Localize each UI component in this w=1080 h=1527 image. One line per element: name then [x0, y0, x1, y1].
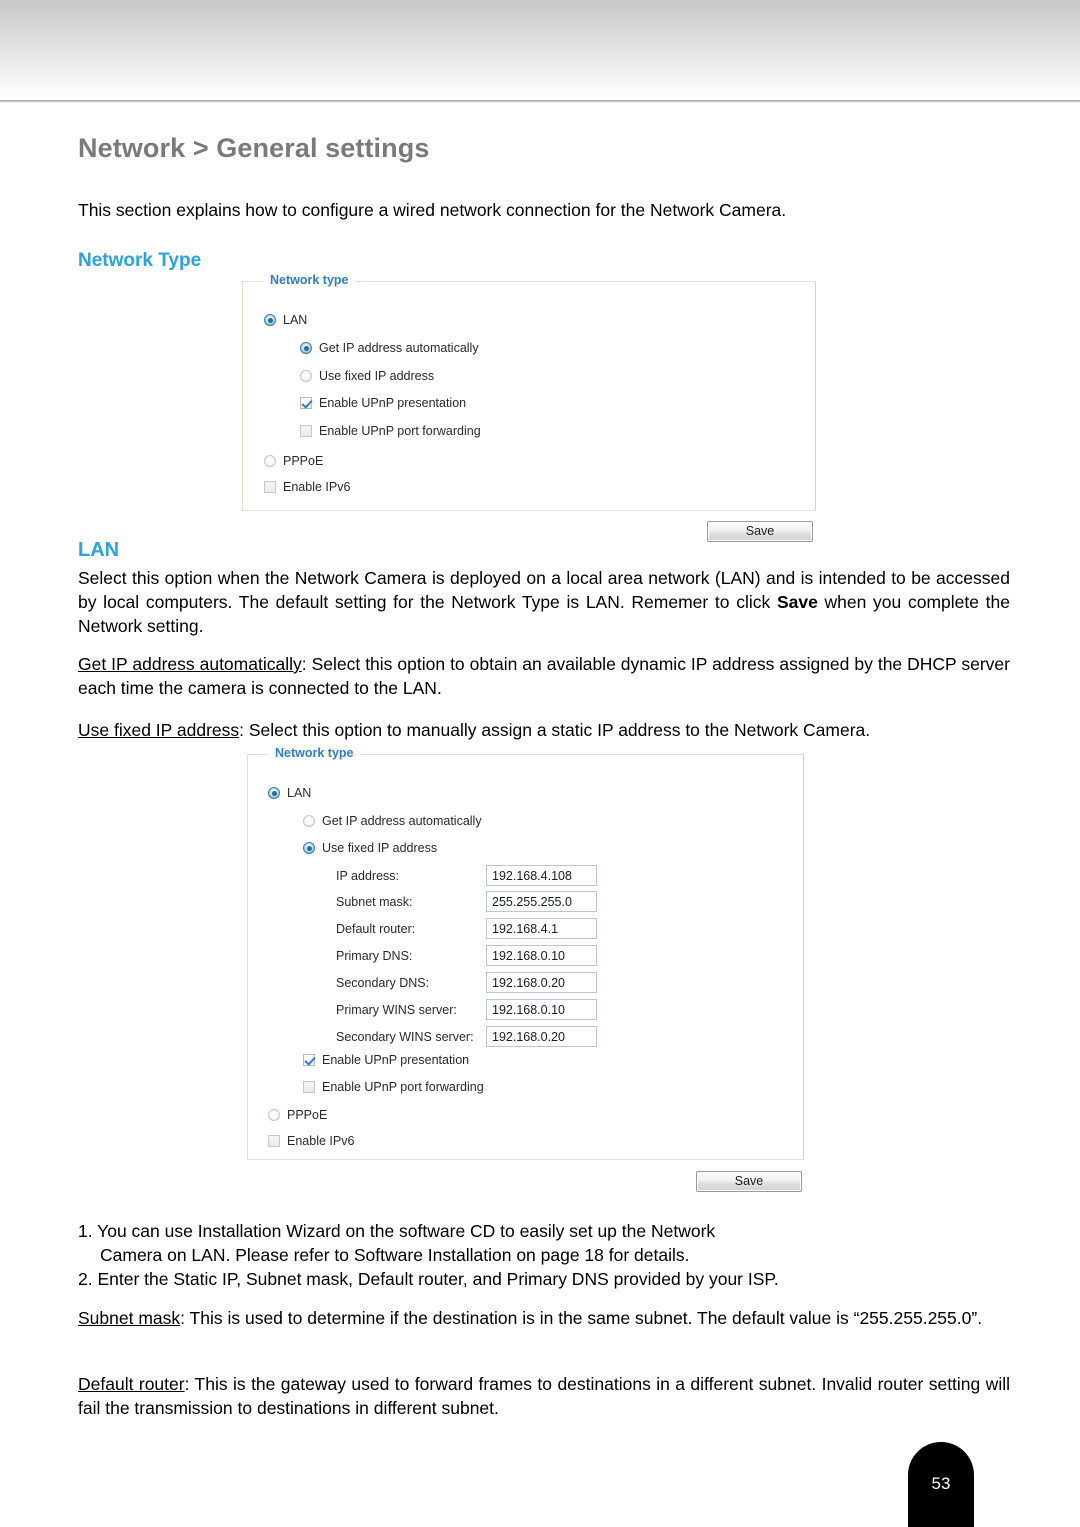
checkbox-enable-ipv6-icon[interactable] [268, 1135, 280, 1147]
use-fixed-ip-term: Use fixed IP address [78, 720, 240, 740]
radio-row-pppoe[interactable]: PPPoE [268, 1108, 327, 1122]
save-button-default-panel[interactable]: Save [707, 521, 813, 542]
radio-row-use-fixed-ip[interactable]: Use fixed IP address [300, 369, 434, 383]
default-router-paragraph: Default router: This is the gateway used… [78, 1372, 1010, 1420]
subnet-mask-term: Subnet mask [78, 1308, 181, 1328]
checkbox-row-upnp-port-forwarding[interactable]: Enable UPnP port forwarding [300, 424, 481, 438]
radio-get-ip-auto-label: Get IP address automatically [322, 814, 482, 828]
radio-use-fixed-ip-label: Use fixed IP address [322, 841, 438, 855]
section-heading-lan: LAN [78, 539, 120, 561]
label-primary-dns: Primary DNS: [336, 948, 413, 963]
network-type-panel-fixed-ip: Network type LAN Get IP address automati… [247, 746, 804, 1160]
field-row-secondary-wins-server: Secondary WINS server: [336, 1026, 597, 1047]
notes-list: 1. You can use Installation Wizard on th… [78, 1219, 1010, 1291]
lan-description-save-bold: Save [776, 592, 818, 612]
get-ip-auto-paragraph: Get IP address automatically: Select thi… [78, 652, 1010, 700]
field-row-primary-wins-server: Primary WINS server: [336, 999, 597, 1020]
label-secondary-wins-server: Secondary WINS server: [336, 1029, 474, 1044]
input-primary-dns[interactable] [486, 945, 597, 966]
radio-pppoe-icon[interactable] [264, 455, 276, 467]
checkbox-upnp-presentation-label: Enable UPnP presentation [319, 396, 467, 410]
checkbox-enable-ipv6-label: Enable IPv6 [287, 1134, 355, 1148]
panel-legend: Network type [264, 273, 355, 287]
radio-row-get-ip-auto[interactable]: Get IP address automatically [300, 341, 479, 355]
checkbox-upnp-port-forwarding-label: Enable UPnP port forwarding [322, 1080, 484, 1094]
radio-get-ip-auto-label: Get IP address automatically [319, 341, 479, 355]
subnet-mask-description: : This is used to determine if the desti… [180, 1308, 983, 1328]
checkbox-upnp-port-forwarding-icon[interactable] [303, 1081, 315, 1093]
radio-lan-icon[interactable] [268, 787, 280, 799]
checkbox-upnp-port-forwarding-icon[interactable] [300, 425, 312, 437]
checkbox-upnp-presentation-icon[interactable] [303, 1054, 315, 1066]
default-router-description: : This is the gateway used to forward fr… [78, 1374, 1010, 1418]
radio-use-fixed-ip-icon[interactable] [300, 370, 312, 382]
subnet-mask-paragraph: Subnet mask: This is used to determine i… [78, 1306, 1010, 1330]
field-row-secondary-dns: Secondary DNS: [336, 972, 597, 993]
radio-pppoe-label: PPPoE [283, 454, 324, 468]
use-fixed-ip-description: : Select this option to manually assign … [239, 720, 871, 740]
field-row-subnet-mask: Subnet mask: [336, 891, 597, 912]
radio-get-ip-auto-icon[interactable] [303, 815, 315, 827]
radio-pppoe-label: PPPoE [287, 1108, 328, 1122]
note-2-text: 2. Enter the Static IP, Subnet mask, Def… [78, 1269, 779, 1289]
get-ip-auto-term: Get IP address automatically [78, 654, 302, 674]
checkbox-row-upnp-presentation[interactable]: Enable UPnP presentation [300, 396, 466, 410]
use-fixed-ip-paragraph: Use fixed IP address: Select this option… [78, 718, 1010, 742]
input-primary-wins-server[interactable] [486, 999, 597, 1020]
checkbox-enable-ipv6-icon[interactable] [264, 481, 276, 493]
radio-lan-icon[interactable] [264, 314, 276, 326]
radio-row-lan[interactable]: LAN [264, 313, 307, 327]
intro-paragraph: This section explains how to configure a… [78, 200, 787, 220]
field-row-primary-dns: Primary DNS: [336, 945, 597, 966]
checkbox-row-upnp-port-forwarding[interactable]: Enable UPnP port forwarding [303, 1080, 484, 1094]
checkbox-row-upnp-presentation[interactable]: Enable UPnP presentation [303, 1053, 469, 1067]
radio-lan-label: LAN [287, 786, 312, 800]
input-default-router[interactable] [486, 918, 597, 939]
lan-description-paragraph: Select this option when the Network Came… [78, 566, 1010, 638]
input-subnet-mask[interactable] [486, 891, 597, 912]
radio-row-lan[interactable]: LAN [268, 786, 311, 800]
checkbox-upnp-presentation-icon[interactable] [300, 397, 312, 409]
input-ip-address[interactable] [486, 865, 597, 886]
network-type-panel-default: Network type LAN Get IP address automati… [242, 273, 816, 511]
checkbox-enable-ipv6-label: Enable IPv6 [283, 480, 351, 494]
default-router-term: Default router [78, 1374, 185, 1394]
checkbox-row-enable-ipv6[interactable]: Enable IPv6 [264, 480, 350, 494]
header-divider-rule [0, 100, 1080, 103]
checkbox-upnp-presentation-label: Enable UPnP presentation [322, 1053, 470, 1067]
label-default-router: Default router: [336, 921, 416, 936]
radio-lan-label: LAN [283, 313, 308, 327]
note-1-text: 1. You can use Installation Wizard on th… [78, 1221, 716, 1241]
radio-use-fixed-ip-label: Use fixed IP address [319, 369, 435, 383]
radio-use-fixed-ip-icon[interactable] [303, 842, 315, 854]
section-heading-network-type: Network Type [78, 250, 202, 271]
radio-row-get-ip-auto[interactable]: Get IP address automatically [303, 814, 482, 828]
label-primary-wins-server: Primary WINS server: [336, 1002, 457, 1017]
field-row-default-router: Default router: [336, 918, 597, 939]
page-number: 53 [931, 1474, 951, 1493]
label-ip-address: IP address: [336, 868, 400, 883]
note-1-continuation: Camera on LAN. Please refer to Software … [100, 1245, 690, 1265]
radio-row-use-fixed-ip[interactable]: Use fixed IP address [303, 841, 437, 855]
list-item: 2. Enter the Static IP, Subnet mask, Def… [78, 1267, 1010, 1291]
page-number-tab: 53 [908, 1442, 974, 1527]
save-button-fixed-ip-panel[interactable]: Save [696, 1171, 802, 1192]
radio-row-pppoe[interactable]: PPPoE [264, 454, 323, 468]
label-subnet-mask: Subnet mask: [336, 894, 413, 909]
panel-legend: Network type [269, 746, 360, 760]
page-title: Network > General settings [78, 133, 430, 163]
list-item: 1. You can use Installation Wizard on th… [78, 1219, 1010, 1267]
checkbox-row-enable-ipv6[interactable]: Enable IPv6 [268, 1134, 354, 1148]
page-header-band [0, 0, 1080, 100]
field-row-ip-address: IP address: [336, 865, 597, 886]
label-secondary-dns: Secondary DNS: [336, 975, 430, 990]
input-secondary-wins-server[interactable] [486, 1026, 597, 1047]
checkbox-upnp-port-forwarding-label: Enable UPnP port forwarding [319, 424, 481, 438]
input-secondary-dns[interactable] [486, 972, 597, 993]
radio-get-ip-auto-icon[interactable] [300, 342, 312, 354]
radio-pppoe-icon[interactable] [268, 1109, 280, 1121]
